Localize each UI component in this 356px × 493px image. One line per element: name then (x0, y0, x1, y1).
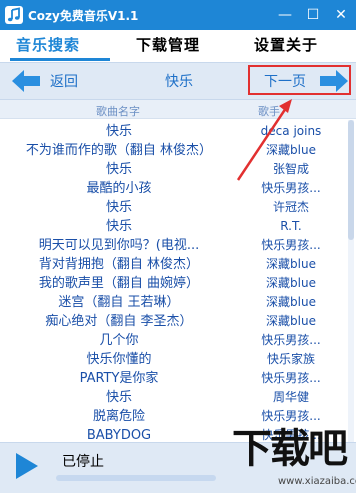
artist-name: 深藏blue (266, 295, 316, 309)
artist-name: 快乐男孩... (261, 181, 321, 195)
list-header: 歌曲名字 歌手 (0, 100, 356, 119)
scrollbar-thumb[interactable] (348, 120, 354, 240)
song-name: 背对背拥抱（翻自 林俊杰） (38, 257, 200, 272)
tab-bar: 音乐搜索 下载管理 设置关于 (0, 30, 356, 60)
tab-music-search[interactable]: 音乐搜索 (16, 33, 80, 57)
song-name: BABYDOG (86, 428, 152, 442)
song-list: 歌曲名字 歌手 快乐 deca joins 不为谁而作的歌（翻自 林俊杰） 深藏blu… (0, 100, 356, 442)
progress-bar[interactable] (56, 475, 216, 481)
maximize-button[interactable]: ☐ (302, 4, 324, 26)
play-icon[interactable] (14, 451, 40, 481)
watermark-logo: 下载吧 www.xiazaiba.com (232, 416, 356, 492)
list-item[interactable]: 痴心绝对（翻自 李圣杰） 深藏blue (0, 312, 356, 331)
artist-name: 深藏blue (266, 276, 316, 290)
close-button[interactable]: ✕ (330, 4, 352, 26)
list-item[interactable]: PARTY是你家 快乐男孩... (0, 369, 356, 388)
song-name: 迷宫（翻自 王若琳） (58, 295, 180, 310)
list-item[interactable]: 快乐 许冠杰 (0, 198, 356, 217)
artist-name: 深藏blue (266, 257, 316, 271)
artist-name: 快乐男孩... (261, 238, 321, 252)
list-item[interactable]: 几个你 快乐男孩... (0, 331, 356, 350)
song-name: 不为谁而作的歌（翻自 林俊杰） (25, 143, 213, 158)
next-page-button[interactable]: 下一页 (264, 71, 306, 91)
active-tab-indicator (10, 58, 110, 61)
artist-name: 快乐男孩... (261, 371, 321, 385)
scrollbar[interactable] (348, 120, 354, 442)
list-item[interactable]: 我的歌声里（翻自 曲婉婷） 深藏blue (0, 274, 356, 293)
list-item[interactable]: 快乐 R.T. (0, 217, 356, 236)
column-header-artist[interactable]: 歌手 (258, 103, 280, 119)
artist-name: 许冠杰 (272, 200, 309, 214)
list-item[interactable]: 快乐 周华健 (0, 388, 356, 407)
song-name: 快乐你懂的 (86, 352, 152, 367)
song-name: 我的歌声里（翻自 曲婉婷） (38, 276, 200, 291)
list-item[interactable]: 背对背拥抱（翻自 林俊杰） 深藏blue (0, 255, 356, 274)
back-button[interactable]: 返回 (50, 71, 78, 91)
list-item[interactable]: 明天可以见到你吗？(电视... 快乐男孩... (0, 236, 356, 255)
song-name: 几个你 (99, 333, 139, 348)
song-name: 快乐 (105, 162, 132, 177)
playback-status: 已停止 (62, 454, 104, 470)
minimize-button[interactable]: — (274, 4, 296, 26)
list-item[interactable]: 迷宫（翻自 王若琳） 深藏blue (0, 293, 356, 312)
tab-settings-about[interactable]: 设置关于 (254, 33, 318, 57)
song-name: 快乐 (105, 219, 132, 234)
list-rows: 快乐 deca joins 不为谁而作的歌（翻自 林俊杰） 深藏blue 快乐 张智成 最酷… (0, 122, 356, 442)
window-title: Cozy免费音乐V1.1 (28, 9, 139, 23)
artist-name: 周华健 (272, 390, 309, 404)
search-keyword-label: 快乐 (165, 74, 193, 90)
song-name: PARTY是你家 (79, 371, 159, 386)
list-item[interactable]: 不为谁而作的歌（翻自 林俊杰） 深藏blue (0, 141, 356, 160)
title-bar: Cozy免费音乐V1.1 — ☐ ✕ (0, 0, 356, 30)
artist-name: 张智成 (272, 162, 309, 176)
list-item[interactable]: 快乐 deca joins (0, 122, 356, 141)
artist-name: 深藏blue (266, 143, 316, 157)
song-name: 明天可以见到你吗？(电视... (38, 238, 200, 253)
watermark-url: www.xiazaiba.com (278, 476, 356, 487)
song-name: 快乐 (105, 200, 132, 215)
song-name: 快乐 (105, 124, 132, 139)
tab-download-manager[interactable]: 下载管理 (136, 33, 200, 57)
artist-name: 深藏blue (266, 314, 316, 328)
artist-name: R.T. (280, 219, 302, 233)
watermark-text: 下载吧 (232, 426, 348, 472)
song-name: 快乐 (105, 390, 132, 405)
column-header-song[interactable]: 歌曲名字 (96, 103, 140, 119)
arrow-right-icon[interactable] (318, 69, 348, 93)
song-name: 痴心绝对（翻自 李圣杰） (45, 314, 193, 329)
artist-name: deca joins (260, 124, 322, 138)
music-note-icon (5, 6, 23, 24)
list-item[interactable]: 快乐你懂的 快乐家族 (0, 350, 356, 369)
nav-panel: 返回 快乐 下一页 (0, 62, 356, 100)
artist-name: 快乐家族 (266, 352, 315, 366)
list-item[interactable]: 快乐 张智成 (0, 160, 356, 179)
arrow-left-icon[interactable] (12, 69, 42, 93)
song-name: 最酷的小孩 (86, 181, 152, 196)
list-item[interactable]: 最酷的小孩 快乐男孩... (0, 179, 356, 198)
artist-name: 快乐男孩... (261, 333, 321, 347)
song-name: 脱离危险 (92, 409, 145, 424)
